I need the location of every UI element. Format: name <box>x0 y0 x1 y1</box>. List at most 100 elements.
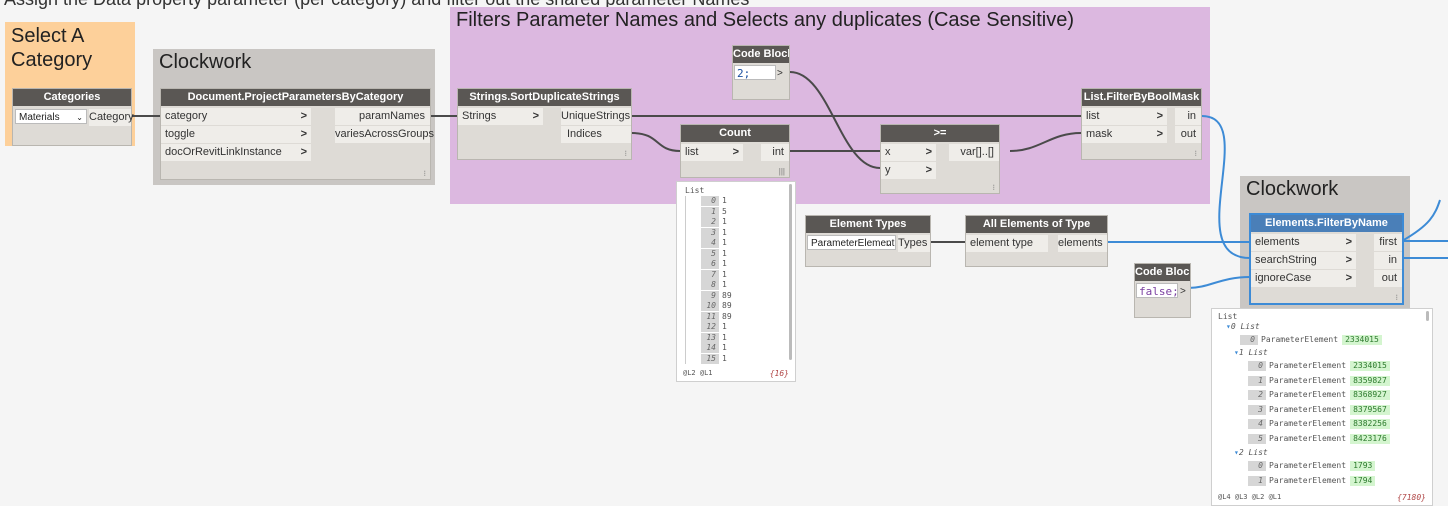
port-label: first <box>1379 236 1397 248</box>
port-label: element type <box>970 237 1033 249</box>
lacing-icon[interactable]: ⁝ <box>1395 293 1398 302</box>
list-item: 1 ParameterElement 8359827 <box>1248 375 1390 386</box>
output-port-varies[interactable]: variesAcrossGroups <box>335 126 434 143</box>
list-item: 13 1 <box>701 332 727 343</box>
chevron-right-icon: > <box>925 146 932 158</box>
lacing-icon[interactable]: ⁝ <box>423 169 426 178</box>
code-editor[interactable]: false; <box>1136 283 1179 298</box>
input-port-doc[interactable]: docOrRevitLinkInstance > <box>161 144 311 161</box>
input-port-list[interactable]: list > <box>681 144 743 161</box>
lacing-icon[interactable]: ⁝ <box>992 183 995 192</box>
project-parameters-node[interactable]: Document.ProjectParametersByCategory cat… <box>160 88 434 180</box>
list-item: 0 ParameterElement 2334015 <box>1248 361 1390 371</box>
list-item: 15 1 <box>701 353 727 364</box>
output-port-unique[interactable]: UniqueStrings <box>561 108 631 125</box>
input-port-list[interactable]: list > <box>1082 108 1167 125</box>
port-label: in <box>1388 254 1397 266</box>
port-label: Indices <box>567 128 602 140</box>
chevron-right-icon: > <box>300 110 307 122</box>
chevron-right-icon: > <box>1345 272 1352 284</box>
element-types-node[interactable]: Element Types ParameterElement ⌄ Types <box>805 215 931 267</box>
node-title: Document.ProjectParametersByCategory <box>161 89 430 106</box>
node-title: Count <box>681 125 789 142</box>
wire <box>1401 199 1441 242</box>
list-item: 81 <box>701 280 727 290</box>
output-port-paramnames[interactable]: paramNames <box>335 108 430 125</box>
lacing-icon[interactable]: ||| <box>779 167 785 176</box>
chevron-right-icon: > <box>532 110 539 122</box>
input-port-strings[interactable]: Strings > <box>458 108 543 125</box>
sort-duplicate-strings-node[interactable]: Strings.SortDuplicateStrings Strings > Un… <box>457 88 632 160</box>
code-editor[interactable]: 2; <box>734 65 776 80</box>
code-block-node-2[interactable]: Code Block false; > <box>1134 263 1191 318</box>
chevron-right-icon: > <box>1345 236 1352 248</box>
code-block-node[interactable]: Code Block 2; > <box>732 45 790 100</box>
element-type-dropdown[interactable]: ParameterElement ⌄ <box>807 235 896 250</box>
output-port-category[interactable]: Category <box>89 109 134 126</box>
port-label: paramNames <box>358 110 425 122</box>
output-port-code[interactable]: > <box>1180 283 1190 300</box>
output-port-indices[interactable]: Indices <box>561 126 631 143</box>
chevron-right-icon: > <box>1156 128 1163 140</box>
output-port-code[interactable]: > <box>777 65 788 82</box>
scrollbar[interactable] <box>789 184 792 360</box>
wire <box>1187 276 1251 289</box>
input-port-x[interactable]: x > <box>881 144 936 161</box>
input-port-elements[interactable]: elements > <box>1251 234 1356 251</box>
output-port-int[interactable]: int <box>761 144 789 161</box>
category-dropdown[interactable]: Materials ⌄ <box>15 109 87 124</box>
input-port-ignore-case[interactable]: ignoreCase > <box>1251 270 1356 287</box>
port-label: var[]..[] <box>960 146 994 158</box>
output-port-out[interactable]: out <box>1175 126 1201 143</box>
lacing-icon[interactable]: ⁝ <box>1194 149 1197 158</box>
sublist-0-label: ▾0 List <box>1226 322 1260 331</box>
port-label: list <box>685 146 699 158</box>
input-port-y[interactable]: y > <box>881 162 936 179</box>
lacing-icon[interactable]: ⁝ <box>624 149 627 158</box>
output-port-in[interactable]: in <box>1374 252 1402 269</box>
chevron-right-icon: > <box>300 128 307 140</box>
list-item: 21 <box>701 217 727 227</box>
filter-by-name-node[interactable]: Elements.FilterByName elements > searchSt… <box>1249 213 1404 305</box>
filter-by-bool-mask-node[interactable]: List.FilterByBoolMask list > mask > in out… <box>1081 88 1202 160</box>
scrollbar[interactable] <box>1426 311 1429 321</box>
input-port-search-string[interactable]: searchString > <box>1251 252 1356 269</box>
wire <box>1201 115 1251 259</box>
list-item: 71 <box>701 269 727 280</box>
port-label: toggle <box>165 128 195 140</box>
list-item: 4 ParameterElement 8382256 <box>1248 419 1390 429</box>
input-port-mask[interactable]: mask > <box>1082 126 1167 143</box>
count-node[interactable]: Count list > int ||| <box>680 124 790 178</box>
code-text: false; <box>1139 285 1179 298</box>
sublist-1-label: ▾1 List <box>1234 348 1268 357</box>
port-label: category <box>165 110 208 122</box>
port-label: docOrRevitLinkInstance <box>165 146 282 158</box>
filter-by-name-preview[interactable]: List ▾0 List 0 ParameterElement 2334015 ▾1… <box>1211 308 1433 506</box>
output-port-out[interactable]: out <box>1374 270 1402 287</box>
port-label: searchString <box>1255 254 1317 266</box>
list-item: 01 <box>701 196 727 206</box>
greater-equal-node[interactable]: >= x > y > var[]..[] ⁝ <box>880 124 1000 194</box>
categories-node[interactable]: Categories Materials ⌄ Category <box>12 88 134 146</box>
preview-footer: @L4 @L3 @L2 @L1 {7180} <box>1218 493 1426 503</box>
count-preview[interactable]: List 0 1 1 5 2 1 3 1 4 1 5 1 6 1 7 1 8 1 9 89 10 89 11 89 12 1 13 1… <box>676 181 796 382</box>
output-port-types[interactable]: Types <box>898 235 930 252</box>
port-label: elements <box>1058 237 1103 249</box>
port-label: Types <box>898 237 928 249</box>
wire <box>789 71 881 169</box>
input-port-toggle[interactable]: toggle > <box>161 126 311 143</box>
code-text: 2; <box>737 67 751 80</box>
port-label: list <box>1086 110 1100 122</box>
all-elements-of-type-node[interactable]: All Elements of Type element type elemen… <box>965 215 1108 267</box>
output-port-in[interactable]: in <box>1175 108 1201 125</box>
node-title: Code Block <box>1135 264 1190 281</box>
input-port-element-type[interactable]: element type <box>966 235 1048 252</box>
input-port-category[interactable]: category > <box>161 108 311 125</box>
output-port-var[interactable]: var[]..[] <box>949 144 999 161</box>
chevron-right-icon: > <box>300 146 307 158</box>
chevron-right-icon: > <box>1156 110 1163 122</box>
output-port-first[interactable]: first <box>1374 234 1402 251</box>
output-port-elements[interactable]: elements <box>1058 235 1107 252</box>
list-item: 31 <box>701 227 727 238</box>
list-item: 51 <box>701 248 727 259</box>
